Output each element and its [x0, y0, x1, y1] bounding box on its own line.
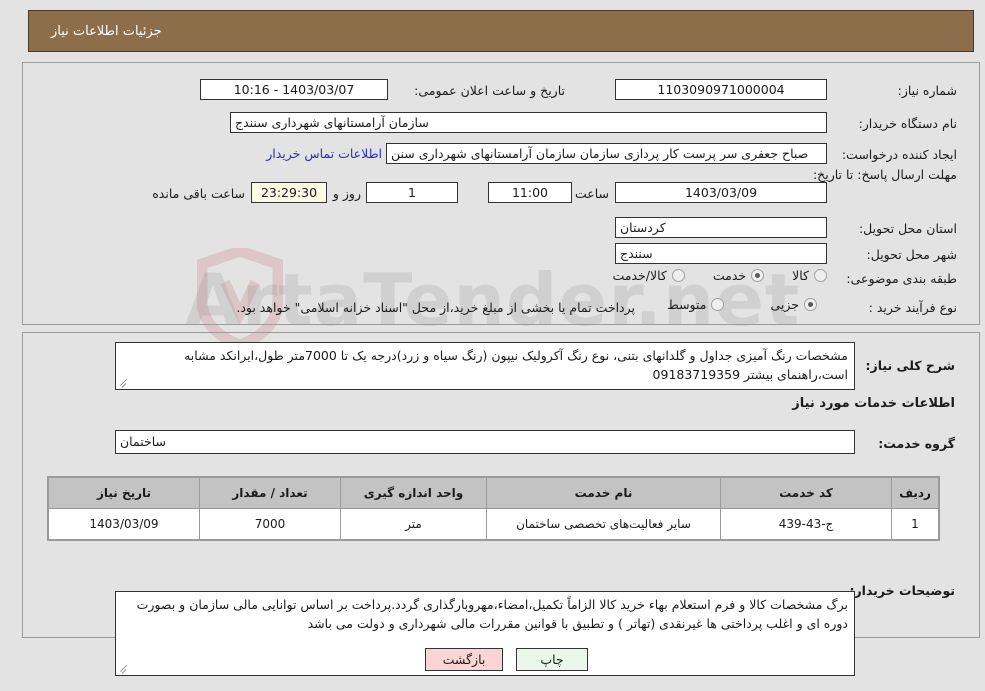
purchase-type-option-1[interactable]: متوسط: [667, 297, 725, 312]
classification-option-1[interactable]: خدمت: [712, 268, 765, 283]
service-group-value: ساختمان: [115, 430, 855, 454]
classification-label: طبقه بندی موضوعی:: [846, 271, 957, 286]
creator-value: صباح جعفری سر پرست کار پردازی سازمان ساز…: [386, 143, 827, 164]
deadline-label: مهلت ارسال پاسخ: تا تاریخ:: [812, 167, 957, 182]
page-root: ArtaTender.net جزئیات اطلاعات نیاز شماره…: [0, 0, 985, 691]
back-button[interactable]: بازگشت: [425, 648, 503, 671]
table-column-header: ردیف: [891, 477, 939, 509]
services-section-heading: اطلاعات خدمات مورد نیاز: [792, 396, 955, 411]
services-table-body: 1 ج-43-439 سایر فعالیت‌های تخصصی ساختمان مت…: [48, 508, 939, 540]
purchase-type-option-0[interactable]: جزیی: [770, 297, 817, 312]
need-number-label: شماره نیاز:: [897, 83, 957, 98]
announce-datetime-label: تاریخ و ساعت اعلان عمومی:: [414, 83, 565, 98]
buyer-org-value: سازمان آرامستانهای شهرداری سنندج: [230, 112, 827, 133]
deadline-date-value: 1403/03/09: [615, 182, 827, 203]
table-header-row: ردیف کد خدمت نام خدمت واحد اندازه گیری تعداد…: [48, 477, 939, 509]
classification-radio-icon[interactable]: [671, 269, 685, 282]
services-table: ردیف کد خدمت نام خدمت واحد اندازه گیری تعداد…: [48, 477, 939, 540]
table-column-header: کد خدمت: [720, 477, 892, 509]
buyer-org-label: نام دستگاه خریدار:: [858, 116, 957, 131]
service-group-label: گروه خدمت:: [878, 436, 955, 451]
resize-grip-icon[interactable]: [119, 378, 129, 388]
table-cell-quantity: 7000: [199, 508, 341, 540]
city-label: شهر محل تحویل:: [866, 247, 957, 262]
table-cell-code: ج-43-439: [720, 508, 892, 540]
classification-radio-icon[interactable]: [751, 269, 765, 282]
buyer-contact-link[interactable]: اطلاعات تماس خریدار: [266, 146, 382, 161]
remaining-days-label: روز و: [332, 186, 361, 201]
print-button[interactable]: چاپ: [516, 648, 588, 671]
purchase-type-option-label: جزیی: [770, 297, 799, 312]
table-column-header: تاریخ نیاز: [48, 477, 200, 509]
classification-option-label: کالا: [792, 268, 809, 283]
province-value: کردستان: [615, 217, 827, 238]
window-title-bar: جزئیات اطلاعات نیاز: [28, 10, 974, 52]
classification-radio-group[interactable]: کالا خدمت کالا/خدمت: [612, 268, 827, 283]
announce-datetime-value: 1403/03/07 - 10:16: [200, 79, 388, 100]
services-table-head: ردیف کد خدمت نام خدمت واحد اندازه گیری تعداد…: [48, 477, 939, 509]
remaining-time-label: ساعت باقی مانده: [152, 186, 245, 201]
deadline-time-value: 11:00: [488, 182, 572, 203]
services-table-container: ردیف کد خدمت نام خدمت واحد اندازه گیری تعداد…: [47, 476, 940, 541]
remaining-time-value: 23:29:30: [251, 182, 327, 203]
purchase-type-option-label: متوسط: [667, 297, 707, 312]
remaining-days-value: 1: [366, 182, 458, 203]
table-cell-need_date: 1403/03/09: [48, 508, 200, 540]
table-row: 1 ج-43-439 سایر فعالیت‌های تخصصی ساختمان مت…: [48, 508, 939, 540]
classification-radio-icon[interactable]: [814, 269, 827, 282]
page-title: جزئیات اطلاعات نیاز: [51, 23, 162, 39]
table-cell-row: 1: [891, 508, 939, 540]
purchase-type-radio-icon[interactable]: [804, 298, 817, 311]
creator-label: ایجاد کننده درخواست:: [841, 147, 957, 162]
table-column-header: واحد اندازه گیری: [340, 477, 487, 509]
city-value: سنندج: [615, 243, 827, 264]
description-label: شرح کلی نیاز:: [865, 358, 955, 373]
table-cell-name: سایر فعالیت‌های تخصصی ساختمان: [486, 508, 721, 540]
deadline-time-label: ساعت: [574, 186, 609, 201]
buyer-notes-text: برگ مشخصات کالا و فرم استعلام بهاء خرید …: [136, 597, 848, 631]
description-textarea[interactable]: مشخصات رنگ آمیزی جداول و گلدانهای بتنی، …: [115, 342, 855, 390]
description-text: مشخصات رنگ آمیزی جداول و گلدانهای بتنی، …: [184, 348, 848, 382]
treasury-note: پرداخت تمام یا بخشی از مبلغ خرید،از محل …: [236, 300, 635, 315]
table-cell-unit: متر: [340, 508, 487, 540]
purchase-type-radio-group[interactable]: جزیی متوسط: [667, 297, 817, 312]
resize-grip-icon[interactable]: [119, 664, 129, 674]
need-number-value: 1103090971000004: [615, 79, 827, 100]
table-column-header: نام خدمت: [486, 477, 721, 509]
classification-option-2[interactable]: کالا/خدمت: [612, 268, 685, 283]
buyer-notes-label: توضیحات خریدار:: [849, 583, 955, 598]
classification-option-0[interactable]: کالا: [792, 268, 827, 283]
purchase-type-label: نوع فرآیند خرید :: [868, 300, 957, 315]
table-column-header: تعداد / مقدار: [199, 477, 341, 509]
classification-option-label: خدمت: [712, 268, 747, 283]
province-label: استان محل تحویل:: [858, 221, 957, 236]
purchase-type-radio-icon[interactable]: [711, 298, 725, 311]
classification-option-label: کالا/خدمت: [612, 268, 667, 283]
